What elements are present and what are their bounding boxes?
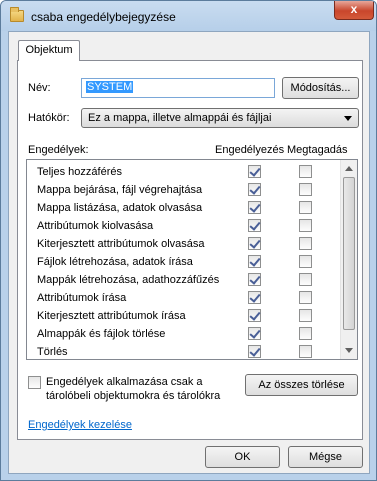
permission-name: Mappa bejárása, fájl végrehajtása	[37, 184, 203, 196]
folder-icon	[10, 7, 24, 22]
tab-objektum[interactable]: Objektum	[18, 40, 80, 61]
permission-row: Mappa bejárása, fájl végrehajtása	[27, 181, 341, 199]
name-value: SYSTEM	[86, 81, 134, 93]
permission-row: Kiterjesztett attribútumok írása	[27, 307, 341, 325]
permission-name: Fájlok létrehozása, adatok írása	[37, 256, 193, 268]
allow-checkbox[interactable]	[248, 291, 261, 304]
permission-row: Kiterjesztett attribútumok olvasása	[27, 235, 341, 253]
name-field[interactable]: SYSTEM	[81, 78, 275, 98]
close-button[interactable]: x	[334, 1, 374, 20]
deny-checkbox[interactable]	[299, 237, 312, 250]
allow-checkbox[interactable]	[248, 165, 261, 178]
permission-name: Mappa listázása, adatok olvasása	[37, 202, 203, 214]
window-title: csaba engedélybejegyzése	[31, 10, 176, 24]
allow-checkbox[interactable]	[248, 327, 261, 340]
permissions-label: Engedélyek:	[28, 144, 89, 156]
allow-checkbox[interactable]	[248, 345, 261, 358]
scope-value: Ez a mappa, illetve almappái és fájljai	[88, 112, 272, 124]
permission-row: Almappák és fájlok törlése	[27, 325, 341, 343]
dialog-body: Objektum Név: SYSTEM Módosítás... Hatókö…	[8, 31, 370, 474]
deny-checkbox[interactable]	[299, 255, 312, 268]
allow-checkbox[interactable]	[248, 273, 261, 286]
deny-checkbox[interactable]	[299, 273, 312, 286]
permission-name: Törlés	[37, 346, 68, 358]
allow-checkbox[interactable]	[248, 219, 261, 232]
cancel-button[interactable]: Mégse	[288, 446, 363, 468]
ok-button[interactable]: OK	[205, 446, 280, 468]
clear-all-button[interactable]: Az összes törlése	[245, 374, 358, 396]
permission-entry-dialog: csaba engedélybejegyzése x Objektum Név:…	[0, 0, 377, 481]
vertical-scrollbar[interactable]	[340, 160, 357, 359]
permission-row: Attribútumok kiolvasása	[27, 217, 341, 235]
apply-only-checkbox[interactable]	[28, 376, 41, 389]
scroll-up-icon[interactable]	[345, 166, 353, 171]
permission-name: Attribútumok kiolvasása	[37, 220, 154, 232]
permission-row: Fájlok létrehozása, adatok írása	[27, 253, 341, 271]
permission-name: Kiterjesztett attribútumok olvasása	[37, 238, 205, 250]
title-bar[interactable]: csaba engedélybejegyzése x	[1, 1, 376, 31]
deny-checkbox[interactable]	[299, 291, 312, 304]
apply-only-label-line2: tárolóbeli objektumokra és tárolókra	[46, 390, 221, 402]
scope-dropdown[interactable]: Ez a mappa, illetve almappái és fájljai	[81, 108, 359, 128]
permission-row: Attribútumok írása	[27, 289, 341, 307]
apply-only-label: Engedélyek alkalmazása csak a tárolóbeli…	[46, 375, 220, 403]
allow-checkbox[interactable]	[248, 183, 261, 196]
allow-column-header: Engedélyezés	[215, 144, 285, 156]
permission-name: Kiterjesztett attribútumok írása	[37, 310, 186, 322]
change-button[interactable]: Módosítás...	[282, 77, 359, 99]
deny-checkbox[interactable]	[299, 201, 312, 214]
deny-checkbox[interactable]	[299, 309, 312, 322]
scope-label: Hatókör:	[28, 112, 70, 124]
allow-checkbox[interactable]	[248, 309, 261, 322]
apply-only-label-line1: Engedélyek alkalmazása csak a	[46, 376, 203, 388]
allow-checkbox[interactable]	[248, 201, 261, 214]
deny-checkbox[interactable]	[299, 327, 312, 340]
deny-checkbox[interactable]	[299, 219, 312, 232]
permission-name: Mappák létrehozása, adathozzáfűzés	[37, 274, 220, 286]
manage-permissions-link[interactable]: Engedélyek kezelése	[28, 419, 132, 431]
allow-checkbox[interactable]	[248, 255, 261, 268]
permissions-list: Teljes hozzáférés Mappa bejárása, fájl vé…	[26, 159, 358, 360]
permission-row: Törlés	[27, 343, 341, 359]
name-label: Név:	[28, 82, 51, 94]
allow-checkbox[interactable]	[248, 237, 261, 250]
permission-row: Mappa listázása, adatok olvasása	[27, 199, 341, 217]
deny-checkbox[interactable]	[299, 183, 312, 196]
deny-checkbox[interactable]	[299, 165, 312, 178]
chevron-down-icon	[344, 116, 352, 121]
deny-checkbox[interactable]	[299, 345, 312, 358]
tab-panel: Név: SYSTEM Módosítás... Hatókör: Ez a m…	[17, 60, 363, 440]
permission-row: Teljes hozzáférés	[27, 163, 341, 181]
deny-column-header: Megtagadás	[287, 144, 348, 156]
scroll-down-icon[interactable]	[345, 348, 353, 353]
scroll-thumb[interactable]	[343, 177, 355, 330]
permission-name: Almappák és fájlok törlése	[37, 328, 166, 340]
permission-name: Teljes hozzáférés	[37, 166, 122, 178]
permission-row: Mappák létrehozása, adathozzáfűzés	[27, 271, 341, 289]
permission-name: Attribútumok írása	[37, 292, 127, 304]
